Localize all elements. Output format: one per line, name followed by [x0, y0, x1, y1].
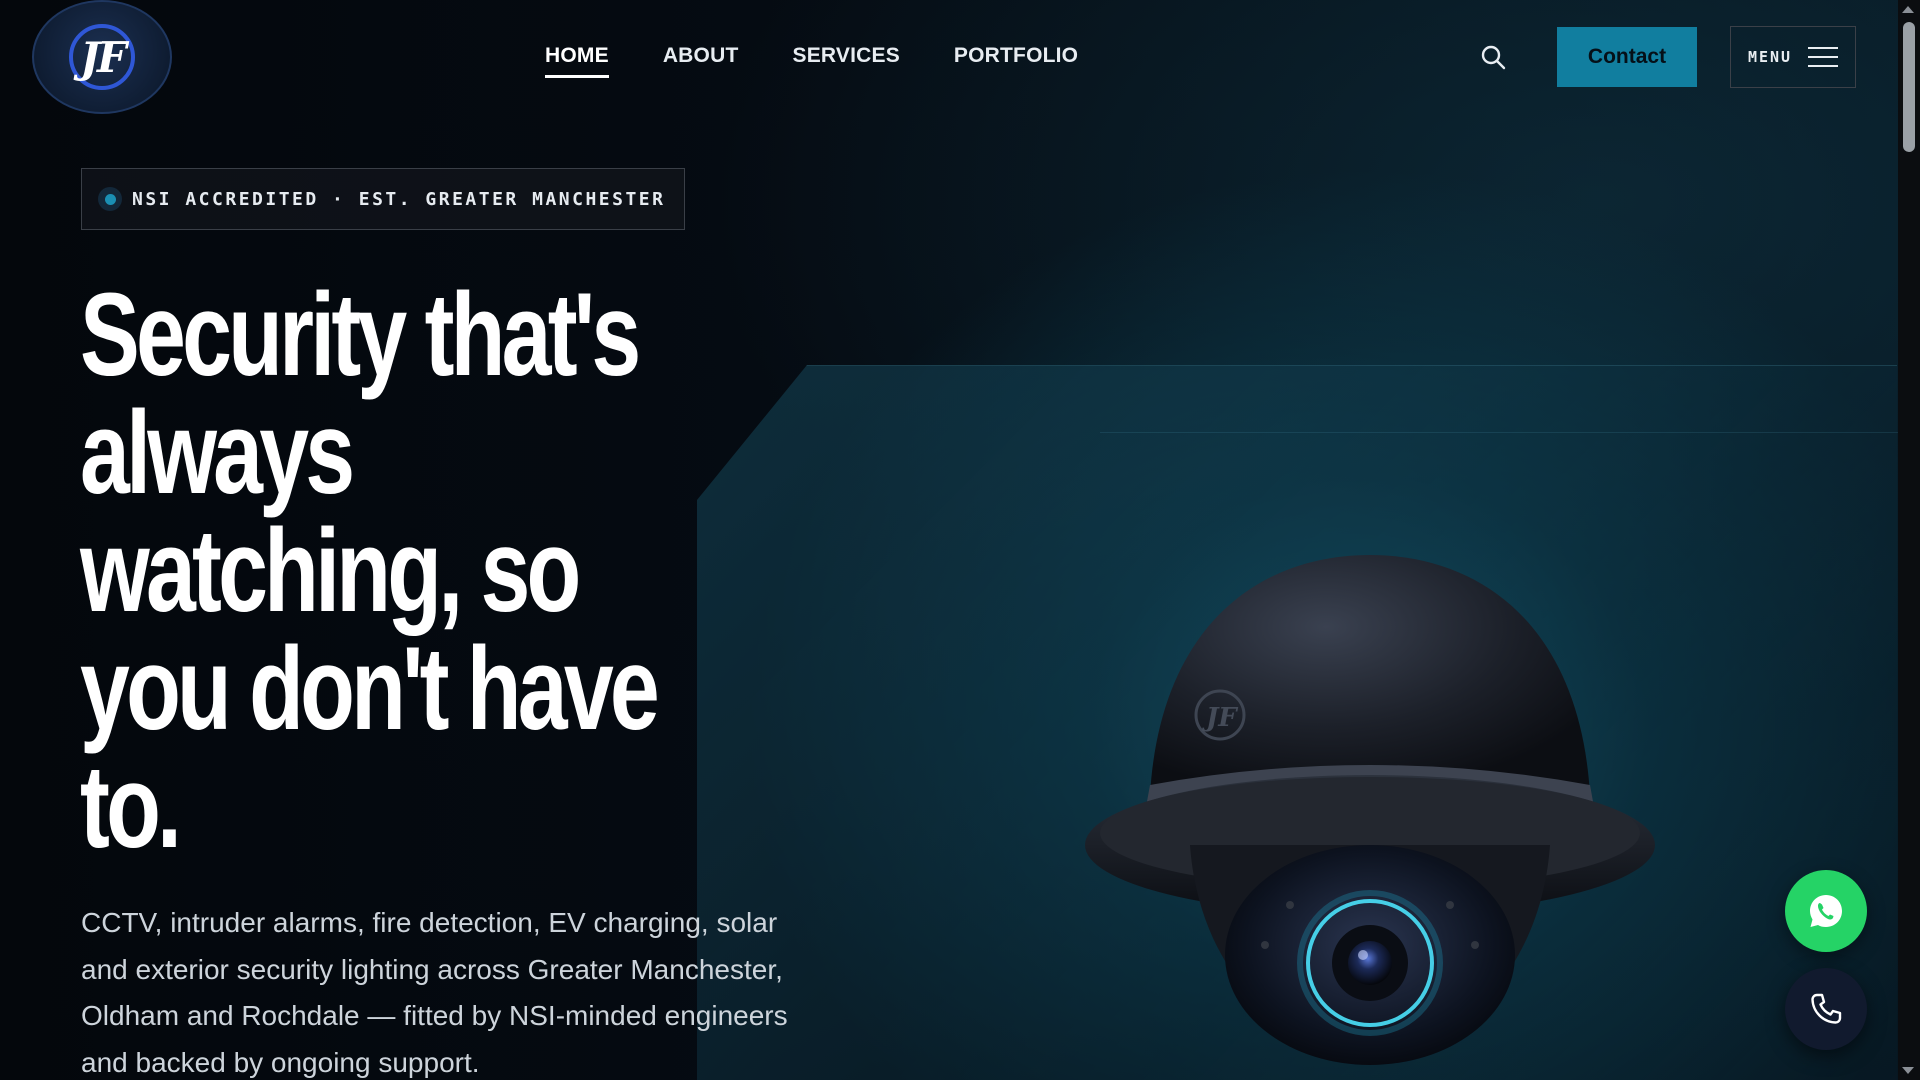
scroll-thumb[interactable]	[1903, 22, 1915, 152]
whatsapp-button[interactable]	[1785, 870, 1867, 952]
hamburger-icon	[1808, 47, 1839, 67]
headline-line: always	[80, 387, 355, 519]
accreditation-badge: NSI ACCREDITED · EST. GREATER MANCHESTER	[81, 168, 685, 230]
search-button[interactable]	[1478, 42, 1508, 72]
main-nav: HOME ABOUT SERVICES PORTFOLIO	[545, 44, 1078, 78]
badge-text: NSI ACCREDITED · EST. GREATER MANCHESTER	[132, 188, 666, 210]
search-icon	[1481, 45, 1506, 70]
whatsapp-icon	[1810, 895, 1842, 927]
headline-line: to.	[80, 741, 182, 873]
phone-icon	[1811, 993, 1842, 1024]
headline-line: Security that's	[80, 269, 641, 401]
dome-camera-image: JF	[1085, 555, 1655, 1065]
scroll-up-arrow-icon[interactable]	[1902, 6, 1914, 13]
brand-logo[interactable]: JF	[32, 0, 172, 114]
contact-button[interactable]: Contact	[1557, 27, 1697, 87]
status-dot-icon	[98, 187, 122, 211]
nav-item-home[interactable]: HOME	[545, 44, 609, 78]
nav-item-about[interactable]: ABOUT	[663, 44, 739, 78]
logo-text: JF	[80, 32, 127, 82]
headline-line: watching, so	[80, 505, 581, 637]
menu-button[interactable]: MENU	[1730, 26, 1856, 88]
hero-intro: CCTV, intruder alarms, fire detection, E…	[81, 907, 788, 1078]
menu-label: MENU	[1747, 48, 1793, 66]
camera-logo: JF	[1201, 703, 1238, 733]
nav-item-portfolio[interactable]: PORTFOLIO	[954, 44, 1078, 78]
backdrop-line	[1100, 432, 1900, 433]
page: JF HOME ABOUT SERVICES PORTFOLIO Contact…	[0, 0, 1920, 1080]
phone-button[interactable]	[1785, 968, 1867, 1050]
headline-line: you don't have	[80, 623, 660, 755]
hero-headline: Security that's always watching, so you …	[80, 276, 810, 866]
scroll-down-arrow-icon[interactable]	[1902, 1067, 1914, 1074]
nav-item-services[interactable]: SERVICES	[792, 44, 899, 78]
page-scrollbar[interactable]	[1898, 0, 1920, 1080]
